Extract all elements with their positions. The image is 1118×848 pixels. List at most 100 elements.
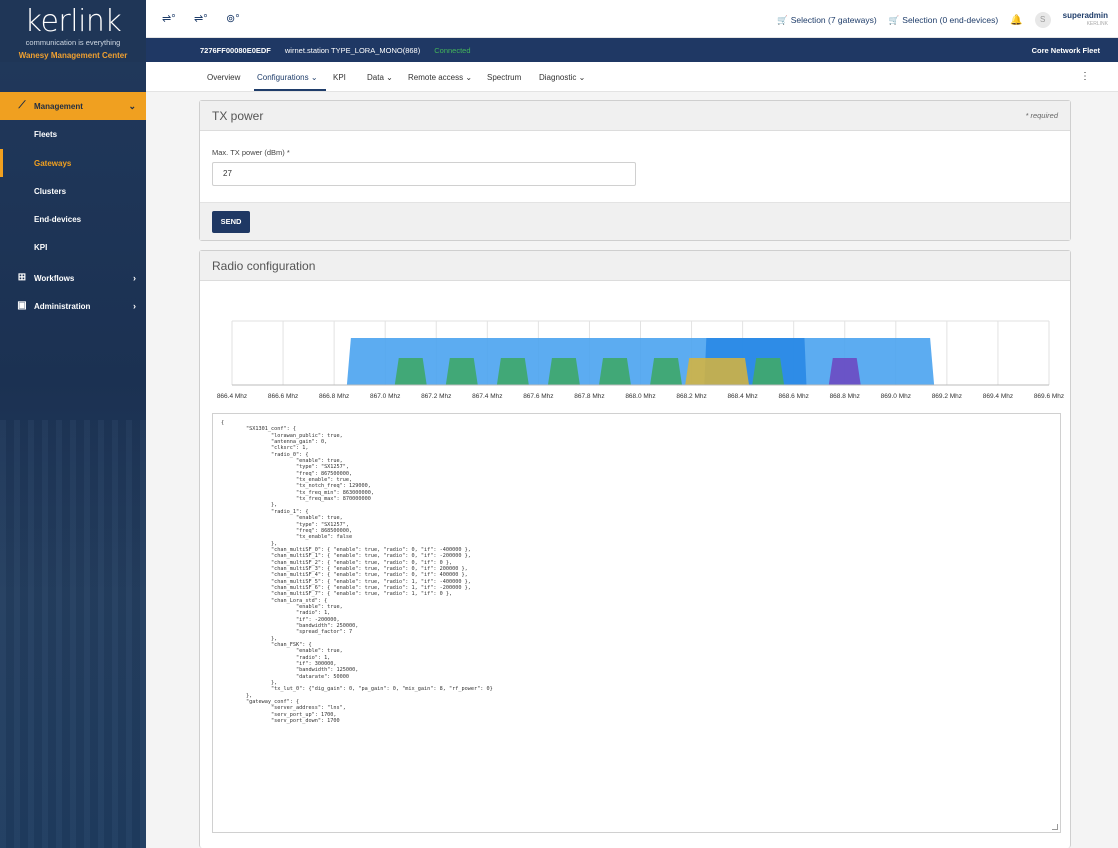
tick-label: 866.8 Mhz [319, 393, 349, 400]
panel-title: Radio configuration [212, 259, 316, 273]
bell-icon[interactable]: 🔔 [1010, 15, 1022, 26]
spectrum-chart: 866.4 Mhz 866.6 Mhz 866.8 Mhz 867.0 Mhz 867.… [217, 320, 1064, 400]
tx-power-header: TX power * required [200, 101, 1070, 131]
selection-devices-button[interactable]: 🛒 Selection (0 end-devices) [889, 15, 999, 26]
gateway-eui: 7276FF00080E0EDF [200, 45, 271, 55]
tab-diagnostic[interactable]: Diagnostic ⌄ [539, 73, 585, 82]
tick-label: 868.6 Mhz [779, 393, 809, 400]
send-button[interactable]: SEND [212, 211, 250, 233]
channel-5 [650, 358, 682, 385]
channel-2 [496, 358, 529, 385]
station-type: wirnet.station TYPE_LORA_MONO(868) [284, 45, 421, 55]
tab-label: Overview [207, 73, 241, 82]
chart-line-icon: ⟋ [18, 100, 26, 111]
tab-remote-access[interactable]: Remote access ⌄ [408, 73, 472, 82]
gateway-settings-icon[interactable]: ⊚° [226, 12, 244, 26]
panel-title: TX power [212, 109, 264, 123]
tick-label: 868.4 Mhz [727, 393, 757, 400]
tx-power-footer: SEND [200, 202, 1070, 240]
admin-icon: ▣ [17, 300, 27, 311]
tick-label: 869.4 Mhz [983, 393, 1013, 400]
tab-bar: Overview Configurations ⌄ KPI Data ⌄ Rem… [146, 62, 1118, 92]
sidebar-item-label: Workflows [34, 273, 75, 283]
tick-label: 868.2 Mhz [676, 393, 706, 400]
tab-overview[interactable]: Overview [207, 73, 240, 82]
tick-label: 868.0 Mhz [625, 393, 655, 400]
tab-configurations[interactable]: Configurations ⌄ [257, 73, 318, 82]
tick-label: 867.2 Mhz [421, 393, 451, 400]
tick-label: 869.0 Mhz [881, 393, 911, 400]
channel-4 [599, 358, 631, 385]
tick-label: 867.4 Mhz [472, 393, 502, 400]
gateway-link-icon[interactable]: ⇌° [194, 12, 212, 26]
chevron-down-icon: ⌄ [578, 73, 586, 82]
radio-config-panel: Radio configuration 866.4 Mhz 866.6 Mhz 86… [199, 250, 1071, 848]
sidebar-item-management[interactable]: ⟋ Management ⌄ [0, 92, 146, 120]
tab-spectrum[interactable]: Spectrum [487, 73, 521, 82]
basket-icon: 🛒 [888, 14, 900, 25]
sidebar-item-administration[interactable]: ▣ Administration › [0, 292, 146, 320]
sidebar-item-clusters[interactable]: Clusters [0, 177, 146, 205]
gateway-add-icon[interactable]: ⇌° [162, 12, 180, 26]
tick-label: 868.8 Mhz [830, 393, 860, 400]
chevron-down-icon: ⌄ [465, 73, 473, 82]
radio-config-header: Radio configuration [200, 251, 1070, 281]
tick-label: 867.6 Mhz [523, 393, 553, 400]
brand-header[interactable]: kerlink communication is everything Wane… [0, 0, 146, 62]
tick-label: 866.4 Mhz [217, 393, 247, 400]
selection-gateways-label: Selection (7 gateways) [790, 15, 877, 25]
chevron-right-icon: › [133, 273, 136, 283]
tab-label: Data [367, 73, 384, 82]
user-menu[interactable]: superadmin KERLINK [1063, 12, 1108, 28]
kerlink-logo: kerlink [24, 4, 122, 39]
more-options-icon[interactable]: ⋮ [1080, 71, 1090, 82]
tick-label: 866.6 Mhz [268, 393, 298, 400]
top-right-area: 🛒 Selection (7 gateways) 🛒 Selection (0 … [777, 12, 1108, 28]
main-content: TX power * required Max. TX power (dBm) … [146, 92, 1118, 848]
user-org: KERLINK [1086, 21, 1108, 27]
sidebar-item-gateways[interactable]: Gateways [0, 149, 146, 177]
selection-devices-label: Selection (0 end-devices) [902, 15, 999, 25]
tab-label: Configurations [257, 73, 309, 82]
sidebar-item-end-devices[interactable]: End-devices [0, 205, 146, 233]
tab-data[interactable]: Data ⌄ [367, 73, 393, 82]
tab-kpi[interactable]: KPI [333, 73, 346, 82]
connection-status: Connected [434, 45, 471, 55]
tx-power-label: Max. TX power (dBm) * [212, 148, 290, 157]
sidebar-item-label: Administration [34, 301, 91, 311]
resize-handle[interactable] [1052, 824, 1058, 830]
sidebar-item-kpi[interactable]: KPI [0, 233, 146, 261]
chevron-down-icon: ⌄ [386, 73, 393, 82]
top-bar: ⇌° ⇌° ⊚° 🛒 Selection (7 gateways) 🛒 Sele… [146, 0, 1118, 38]
tick-label: 869.6 Mhz [1034, 393, 1064, 400]
tab-label: Diagnostic [539, 73, 577, 82]
brand-tagline: communication is everything [25, 38, 121, 47]
sidebar: kerlink communication is everything Wane… [0, 0, 146, 848]
selection-gateways-button[interactable]: 🛒 Selection (7 gateways) [777, 15, 877, 26]
sidebar-item-label: Management [34, 101, 83, 111]
sidebar-item-fleets[interactable]: Fleets [0, 120, 146, 148]
chevron-right-icon: › [133, 301, 136, 311]
tx-power-panel: TX power * required Max. TX power (dBm) … [199, 100, 1071, 241]
radio-config-json: { "SX1301_conf": { "lorawan_public": tru… [221, 420, 493, 725]
user-name: superadmin [1062, 11, 1108, 20]
channel-8 [828, 358, 861, 385]
tick-label: 867.0 Mhz [370, 393, 400, 400]
channel-1 [445, 358, 478, 385]
basket-icon: 🛒 [777, 14, 788, 25]
chevron-down-icon: ⌄ [128, 100, 136, 111]
fleet-name[interactable]: Core Network Fleet [1032, 46, 1100, 55]
avatar[interactable]: S [1034, 12, 1051, 28]
channel-6 [685, 358, 750, 385]
sidebar-item-workflows[interactable]: ⊞ Workflows › [0, 264, 146, 292]
chevron-down-icon: ⌄ [310, 73, 318, 82]
tab-label: Remote access [408, 73, 464, 82]
sidebar-background [0, 420, 146, 848]
tx-power-input[interactable]: 27 [212, 162, 636, 186]
channel-3 [547, 358, 580, 385]
tab-label: Spectrum [487, 73, 522, 82]
tick-label: 867.8 Mhz [574, 393, 604, 400]
workflow-icon: ⊞ [17, 272, 27, 283]
radio-config-editor[interactable]: { "SX1301_conf": { "lorawan_public": tru… [212, 413, 1061, 833]
active-tab-indicator [254, 89, 326, 91]
